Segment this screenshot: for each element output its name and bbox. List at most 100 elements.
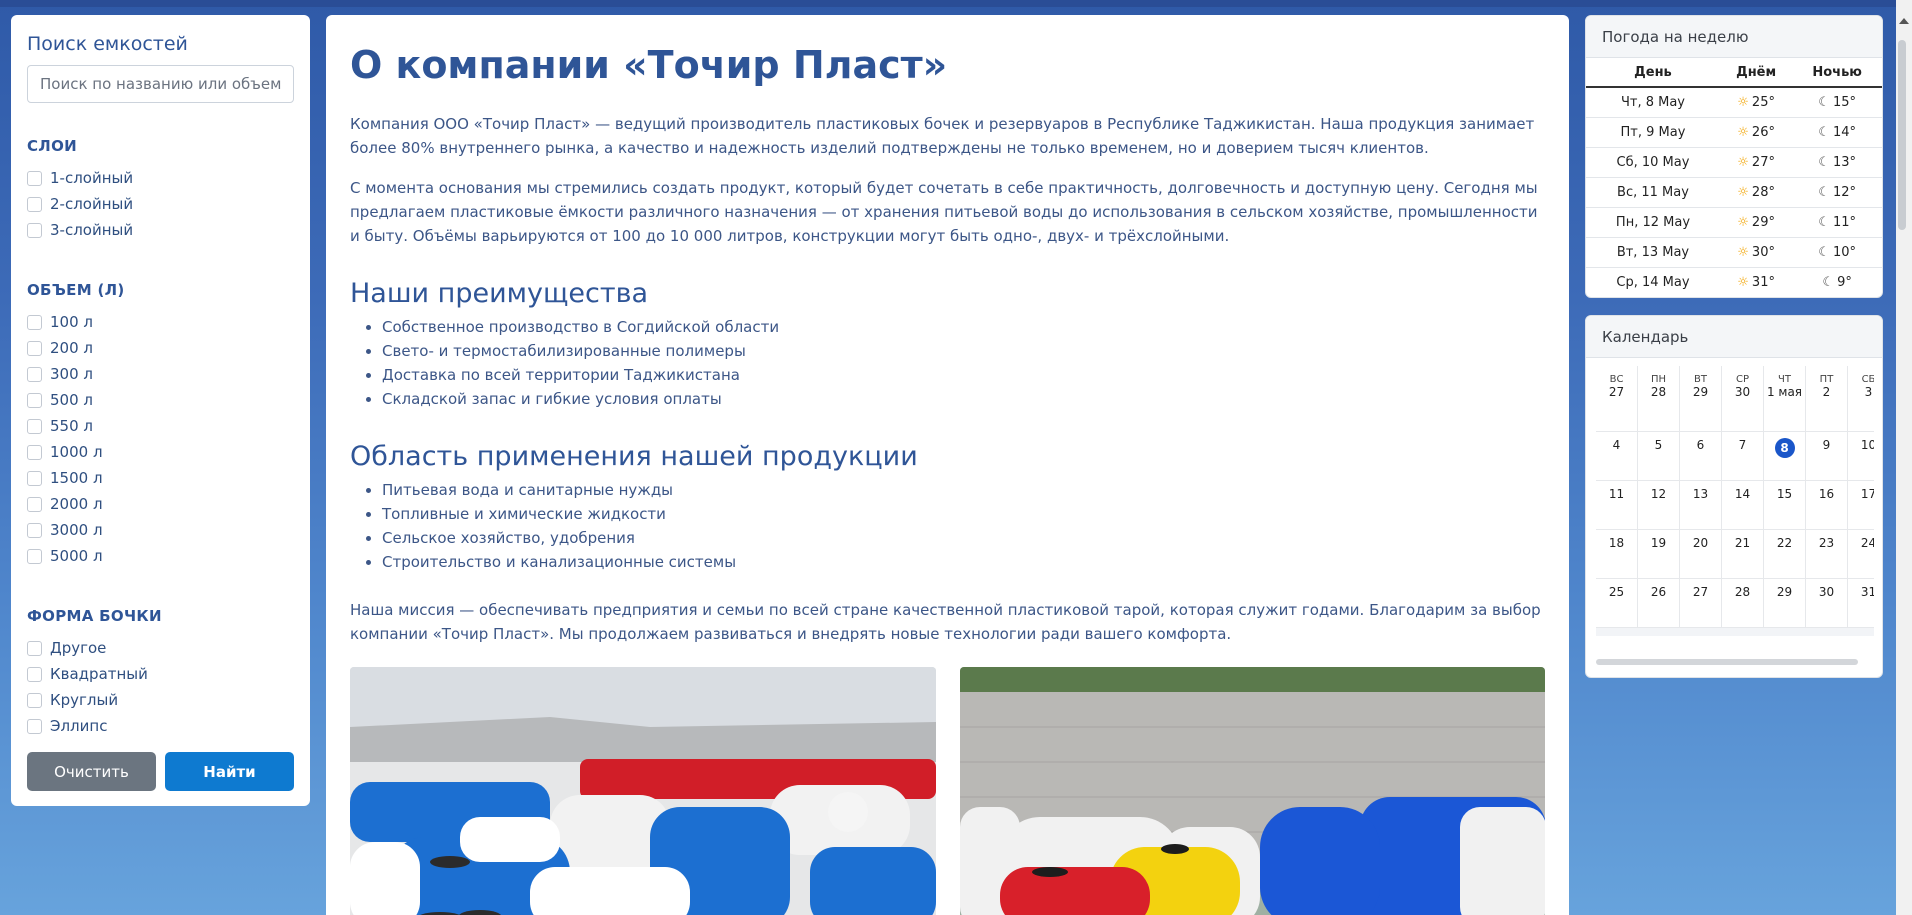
calendar-header-cell[interactable]: ПН 28	[1638, 366, 1680, 432]
calendar-day-cell[interactable]: 17	[1848, 481, 1874, 530]
weather-title: Погода на неделю	[1586, 16, 1882, 58]
weather-day-temp-cell: ☼ 29°	[1719, 206, 1793, 237]
checkbox[interactable]	[27, 196, 42, 212]
calendar-day-cell[interactable]: 18	[1596, 530, 1638, 579]
checkbox[interactable]	[27, 222, 42, 238]
calendar-day-cell[interactable]: 13	[1680, 481, 1722, 530]
calendar-day-cell[interactable]: 19	[1638, 530, 1680, 579]
filter-option[interactable]: 3-слойный	[27, 217, 294, 243]
calendar-day-cell[interactable]: 14	[1722, 481, 1764, 530]
calendar-header-cell[interactable]: ВТ 29	[1680, 366, 1722, 432]
calendar-day: 21	[1734, 536, 1751, 550]
filter-option[interactable]: 200 л	[27, 335, 294, 361]
scroll-up-arrow-icon[interactable]	[1899, 18, 1909, 24]
calendar-horizontal-scrollbar[interactable]	[1596, 659, 1858, 665]
calendar-day-cell[interactable]: 4	[1596, 432, 1638, 481]
calendar-day-cell[interactable]: 26	[1638, 579, 1680, 628]
checkbox[interactable]	[27, 392, 42, 408]
calendar-day-cell[interactable]: 25	[1596, 579, 1638, 628]
calendar-day: 3	[1864, 385, 1873, 399]
weather-day-temp-cell: ☼ 28°	[1719, 176, 1793, 207]
calendar-weekday: ПТ	[1819, 374, 1834, 385]
filter-option[interactable]: 550 л	[27, 413, 294, 439]
calendar-day-cell[interactable]: 8	[1764, 432, 1806, 481]
calendar-day: 29	[1692, 385, 1709, 399]
weather-day-temp: 31°	[1751, 274, 1775, 290]
calendar-day-cell[interactable]: 11	[1596, 481, 1638, 530]
calendar-day: 25	[1608, 585, 1625, 599]
checkbox[interactable]	[27, 666, 42, 682]
checkbox[interactable]	[27, 470, 42, 486]
checkbox[interactable]	[27, 718, 42, 734]
checkbox[interactable]	[27, 496, 42, 512]
calendar-day-cell[interactable]: 20	[1680, 530, 1722, 579]
calendar-day-cell[interactable]: 10	[1848, 432, 1874, 481]
filter-option[interactable]: 1000 л	[27, 439, 294, 465]
find-button[interactable]: Найти	[165, 752, 294, 791]
calendar-day-cell[interactable]: 30	[1806, 579, 1848, 628]
calendar-weekday: ВТ	[1694, 374, 1707, 385]
calendar-day-cell[interactable]: 21	[1722, 530, 1764, 579]
applications-heading: Область применения нашей продукции	[350, 441, 918, 472]
calendar-day: 14	[1734, 487, 1751, 501]
filter-option[interactable]: 3000 л	[27, 517, 294, 543]
sidebar-title: Поиск емкостей	[27, 33, 188, 55]
weather-day: Пн, 12 May	[1586, 206, 1720, 237]
weather-day-temp-cell: ☼ 27°	[1719, 146, 1793, 177]
filter-option[interactable]: Другое	[27, 635, 294, 661]
checkbox[interactable]	[27, 340, 42, 356]
calendar-day-cell[interactable]: 27	[1680, 579, 1722, 628]
calendar-day-cell[interactable]: 9	[1806, 432, 1848, 481]
calendar-day-cell[interactable]: 22	[1764, 530, 1806, 579]
checkbox[interactable]	[27, 640, 42, 656]
weather-day-temp: 26°	[1751, 124, 1775, 140]
filter-option[interactable]: Круглый	[27, 687, 294, 713]
calendar-header-cell[interactable]: СР 30	[1722, 366, 1764, 432]
calendar-title: Календарь	[1586, 316, 1882, 358]
calendar-day-cell[interactable]: 23	[1806, 530, 1848, 579]
tanks-yard-photo	[959, 667, 1545, 915]
calendar-grid: ВС27ПН28ВТ29СР30ЧТ1 маяПТ2СБ345678910111…	[1596, 366, 1874, 636]
filter-option[interactable]: 1500 л	[27, 465, 294, 491]
calendar-header-cell[interactable]: ПТ 2	[1806, 366, 1848, 432]
calendar-day-cell[interactable]: 31	[1848, 579, 1874, 628]
checkbox[interactable]	[27, 314, 42, 330]
checkbox[interactable]	[27, 170, 42, 186]
checkbox[interactable]	[27, 692, 42, 708]
filter-option-label: 3-слойный	[50, 221, 134, 239]
calendar-day-cell[interactable]: 24	[1848, 530, 1874, 579]
filter-option[interactable]: 5000 л	[27, 543, 294, 569]
filter-option[interactable]: 2000 л	[27, 491, 294, 517]
filter-option[interactable]: 300 л	[27, 361, 294, 387]
weather-night-temp-cell: ☾ 15°	[1792, 86, 1882, 117]
filter-option[interactable]: 500 л	[27, 387, 294, 413]
filter-option[interactable]: Эллипс	[27, 713, 294, 739]
checkbox[interactable]	[27, 444, 42, 460]
calendar-day-cell[interactable]: 7	[1722, 432, 1764, 481]
checkbox[interactable]	[27, 366, 42, 382]
calendar-day-cell[interactable]: 12	[1638, 481, 1680, 530]
filter-option[interactable]: 2-слойный	[27, 191, 294, 217]
checkbox[interactable]	[27, 522, 42, 538]
weather-row: Вт, 13 May ☼ 30° ☾ 10°	[1586, 236, 1882, 267]
calendar-day: 15	[1776, 487, 1793, 501]
calendar-day-cell[interactable]: 15	[1764, 481, 1806, 530]
search-input[interactable]	[27, 65, 294, 103]
calendar-day: 28	[1650, 385, 1667, 399]
calendar-header-cell[interactable]: СБ3	[1848, 366, 1874, 432]
calendar-day-cell[interactable]: 28	[1722, 579, 1764, 628]
filter-option[interactable]: 1-слойный	[27, 165, 294, 191]
calendar-header-cell[interactable]: ВС 27	[1596, 366, 1638, 432]
calendar-day: 4	[1612, 438, 1621, 452]
filter-option[interactable]: Квадратный	[27, 661, 294, 687]
calendar-day-cell[interactable]: 16	[1806, 481, 1848, 530]
checkbox[interactable]	[27, 418, 42, 434]
calendar-day-cell[interactable]: 5	[1638, 432, 1680, 481]
calendar-day-cell[interactable]: 29	[1764, 579, 1806, 628]
checkbox[interactable]	[27, 548, 42, 564]
page-scrollbar-thumb[interactable]	[1898, 40, 1906, 230]
calendar-header-cell[interactable]: ЧТ 1 мая	[1764, 366, 1806, 432]
calendar-day-cell[interactable]: 6	[1680, 432, 1722, 481]
filter-option[interactable]: 100 л	[27, 309, 294, 335]
clear-button[interactable]: Очистить	[27, 752, 156, 791]
